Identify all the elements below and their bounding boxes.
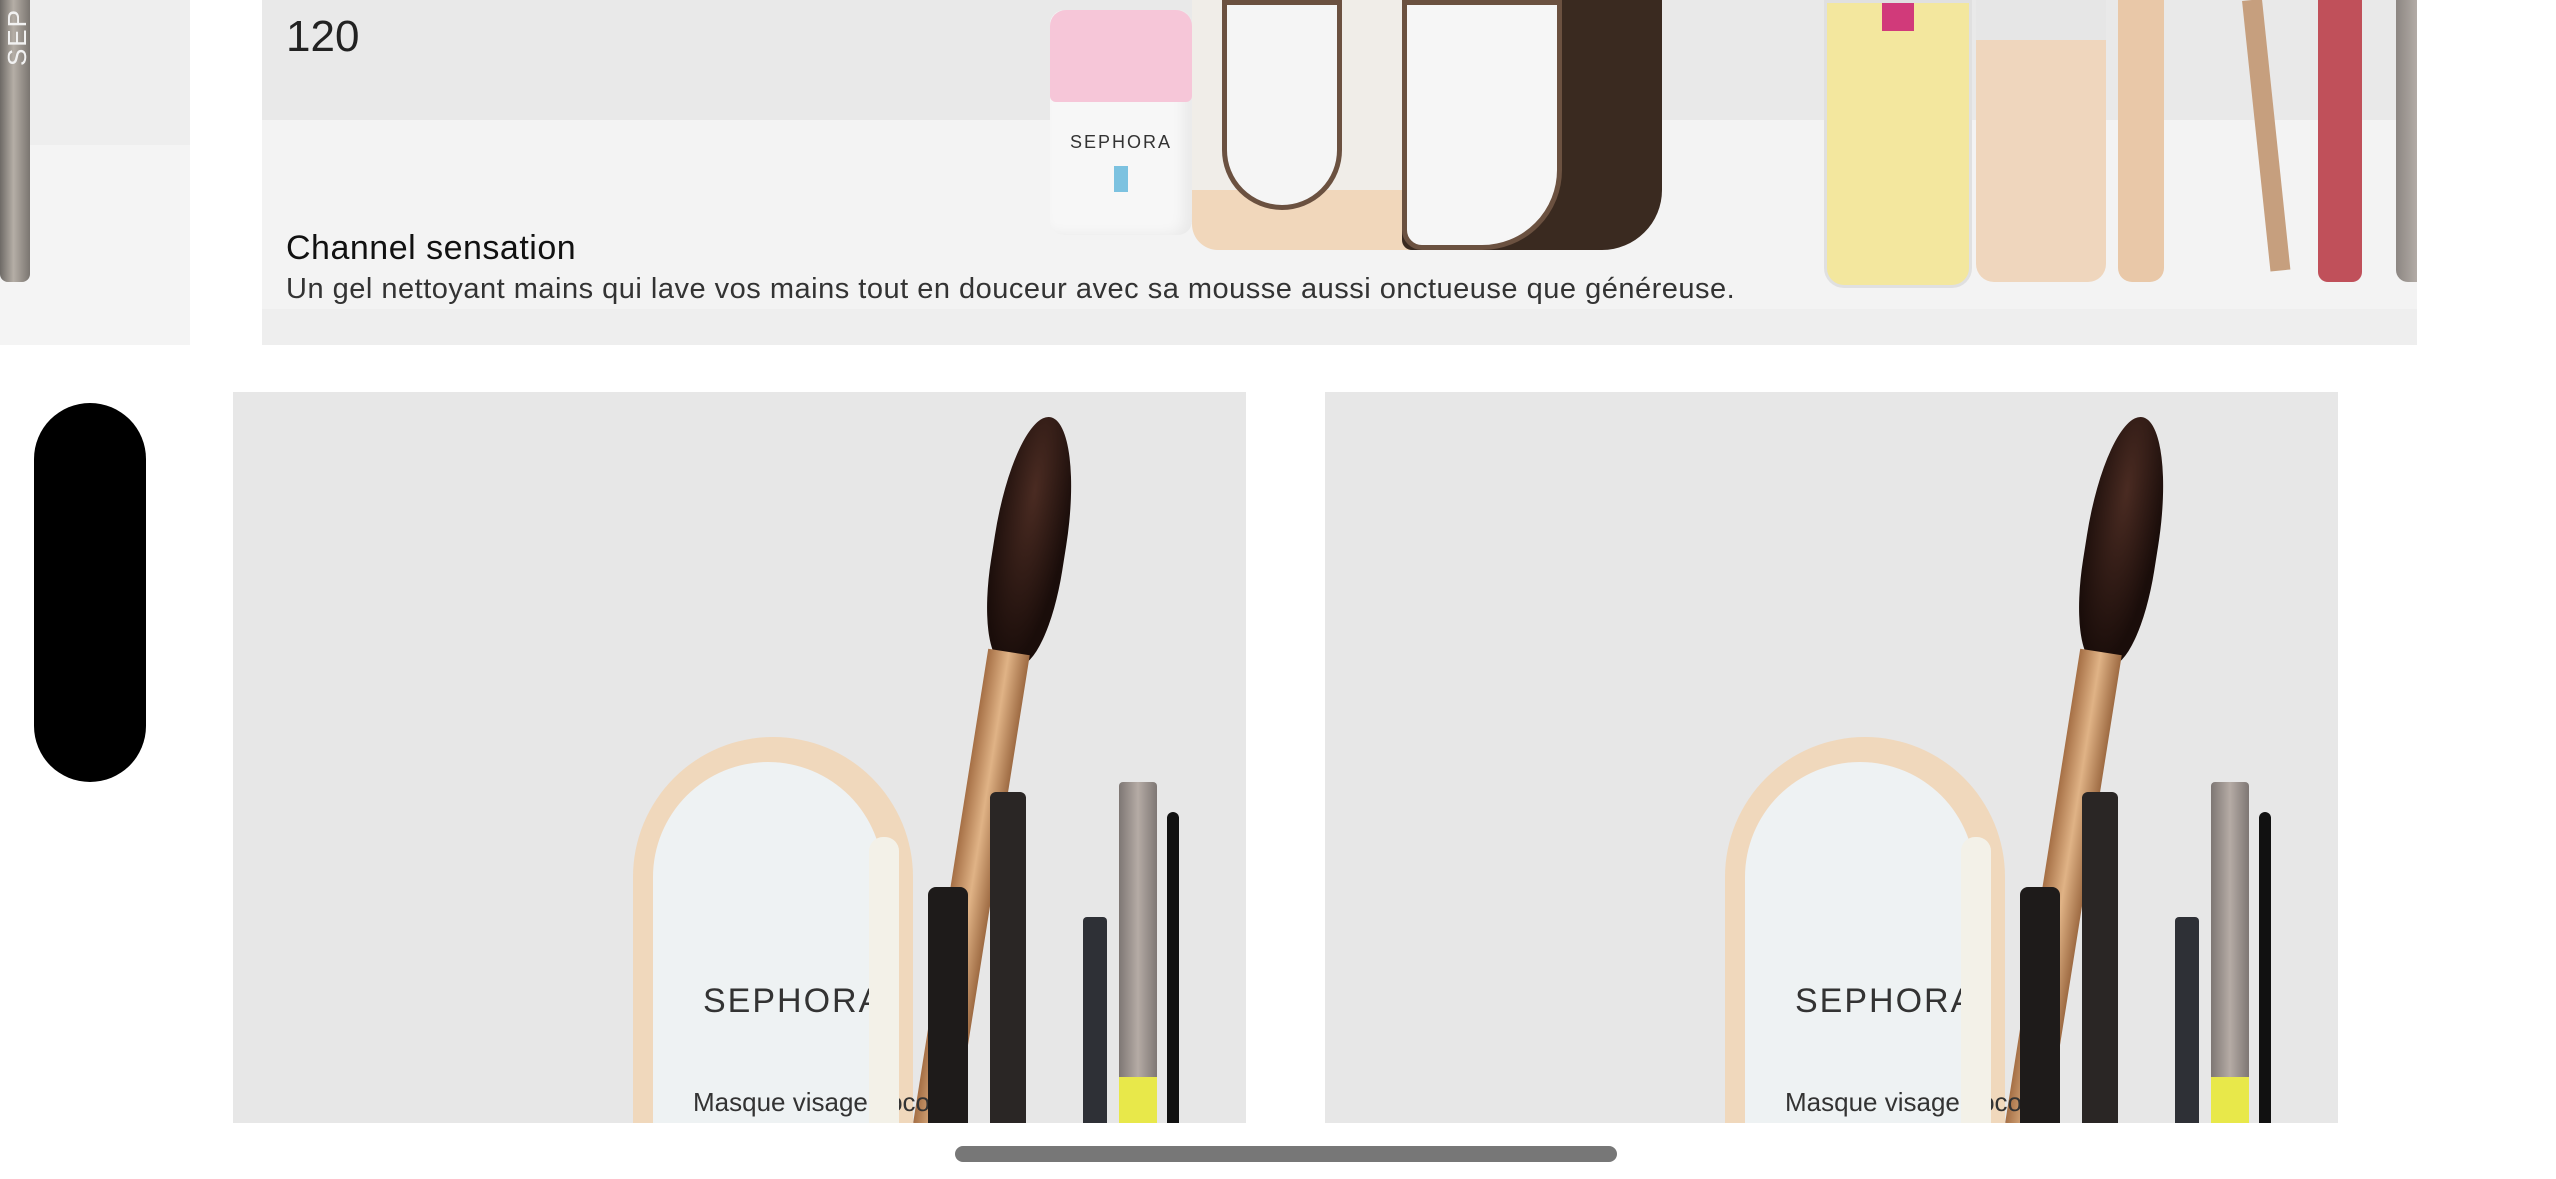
mascara-wand-image bbox=[2259, 812, 2271, 1123]
lip-gloss-image bbox=[2211, 782, 2249, 1123]
product-card[interactable]: SEPHORA Masque visage coco bbox=[233, 392, 1246, 1123]
hero-count-label: 120 bbox=[286, 12, 360, 61]
lipstick-tube-image bbox=[928, 887, 968, 1123]
scroll-indicator[interactable] bbox=[955, 1146, 1617, 1162]
coconut-flesh bbox=[1402, 0, 1562, 250]
carousel-card-previous[interactable]: SEP bbox=[0, 0, 190, 345]
foundation-cap bbox=[1976, 0, 2106, 40]
coconut-illustration-left bbox=[1222, 0, 1342, 210]
brand-text: SEP bbox=[2, 8, 32, 67]
pencil-image bbox=[1083, 917, 1107, 1123]
concealer-tube-image bbox=[2118, 0, 2164, 282]
mascara-wand-image bbox=[1167, 812, 1179, 1123]
product-tube-image: SEP bbox=[0, 0, 32, 282]
mask-brand-label: SEPHORA bbox=[1795, 982, 1976, 1020]
concealer-wand-image bbox=[869, 837, 899, 1123]
eyeliner-image bbox=[990, 792, 1026, 1123]
side-pill-handle[interactable] bbox=[34, 403, 146, 782]
jar-accent bbox=[1114, 166, 1128, 192]
gloss-accent bbox=[2211, 1077, 2249, 1123]
mask-package-inner bbox=[653, 762, 883, 1123]
lip-gloss-image bbox=[1119, 782, 1157, 1123]
lipstick-tube-image bbox=[2020, 887, 2060, 1123]
brush-head-image bbox=[975, 411, 1086, 670]
jar-brand-label: SEPHORA bbox=[1069, 132, 1173, 152]
serum-bottle-image bbox=[1824, 0, 1972, 288]
hero-title: Channel sensation bbox=[286, 229, 577, 267]
pencil-image bbox=[2175, 917, 2199, 1123]
hero-description: Un gel nettoyant mains qui lave vos main… bbox=[286, 273, 1736, 305]
mask-brand-label: SEPHORA bbox=[703, 982, 884, 1020]
brush-head-image bbox=[2067, 411, 2178, 670]
card-bottom-shade bbox=[262, 309, 2417, 345]
eyeliner-image bbox=[2082, 792, 2118, 1123]
concealer-wand-image bbox=[1961, 837, 1991, 1123]
foundation-bottle-image bbox=[1976, 0, 2106, 282]
eye-cream-jar-image: SEPHORA bbox=[1050, 10, 1192, 235]
gloss-accent bbox=[1119, 1077, 1157, 1123]
serum-tag bbox=[1882, 3, 1914, 31]
jar-lid bbox=[1050, 10, 1192, 102]
product-card[interactable]: SEPHORA Masque visage coco bbox=[1325, 392, 2338, 1123]
mascara-tube-image bbox=[2396, 0, 2417, 282]
lipstick-image bbox=[2318, 0, 2362, 282]
mask-package-inner bbox=[1745, 762, 1975, 1123]
coconut-illustration-right bbox=[1402, 0, 1662, 250]
